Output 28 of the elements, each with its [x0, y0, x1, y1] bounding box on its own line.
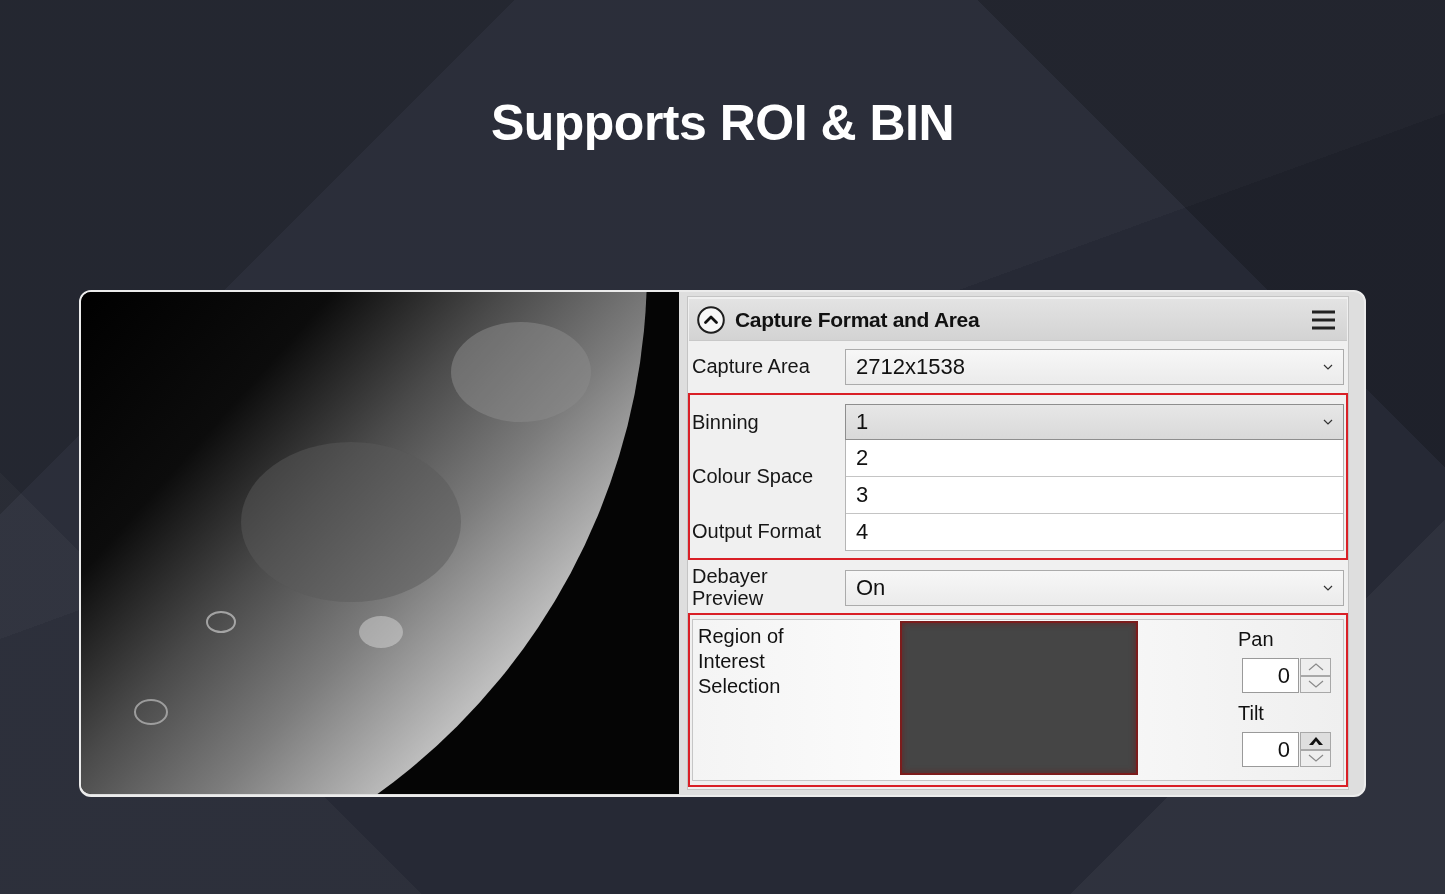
number-field[interactable]: 0 [1242, 658, 1299, 693]
field-label: Colour Space [692, 465, 814, 488]
dropdown-option[interactable]: 3 [846, 477, 1343, 514]
dropdown-option[interactable]: 4 [846, 514, 1343, 550]
menu-icon[interactable] [1312, 309, 1335, 330]
panel-title: Capture Format and Area [735, 307, 980, 332]
chevron-down-icon [1307, 680, 1324, 689]
dropdown[interactable]: 1 [845, 404, 1344, 440]
chevron-down-icon [1323, 364, 1333, 370]
dropdown-option[interactable]: 2 [846, 440, 1343, 477]
dropdown[interactable]: On [845, 570, 1344, 606]
spinner-label: Pan [1238, 628, 1274, 650]
field-label: Output Format [692, 519, 821, 542]
number-field[interactable]: 0 [1242, 732, 1299, 767]
dropdown[interactable]: 2712x1538 [845, 349, 1344, 385]
spinner-label: Tilt [1238, 702, 1264, 724]
chevron-up-icon [1307, 736, 1324, 745]
headline: Supports ROI & BIN [490, 94, 955, 153]
chevron-up-circle-icon[interactable] [697, 305, 725, 334]
field-label: Capture Area [692, 355, 810, 377]
chevron-down-icon [1323, 419, 1333, 425]
field-label: Binning [692, 411, 759, 434]
field-label: Debayer Preview [692, 565, 769, 609]
chevron-down-icon [1323, 585, 1333, 591]
roi-label: Region of Interest Selection [698, 624, 785, 699]
chevron-up-icon [1307, 662, 1324, 671]
spin-up-button[interactable] [1300, 732, 1331, 750]
chevron-down-icon [1307, 754, 1324, 763]
